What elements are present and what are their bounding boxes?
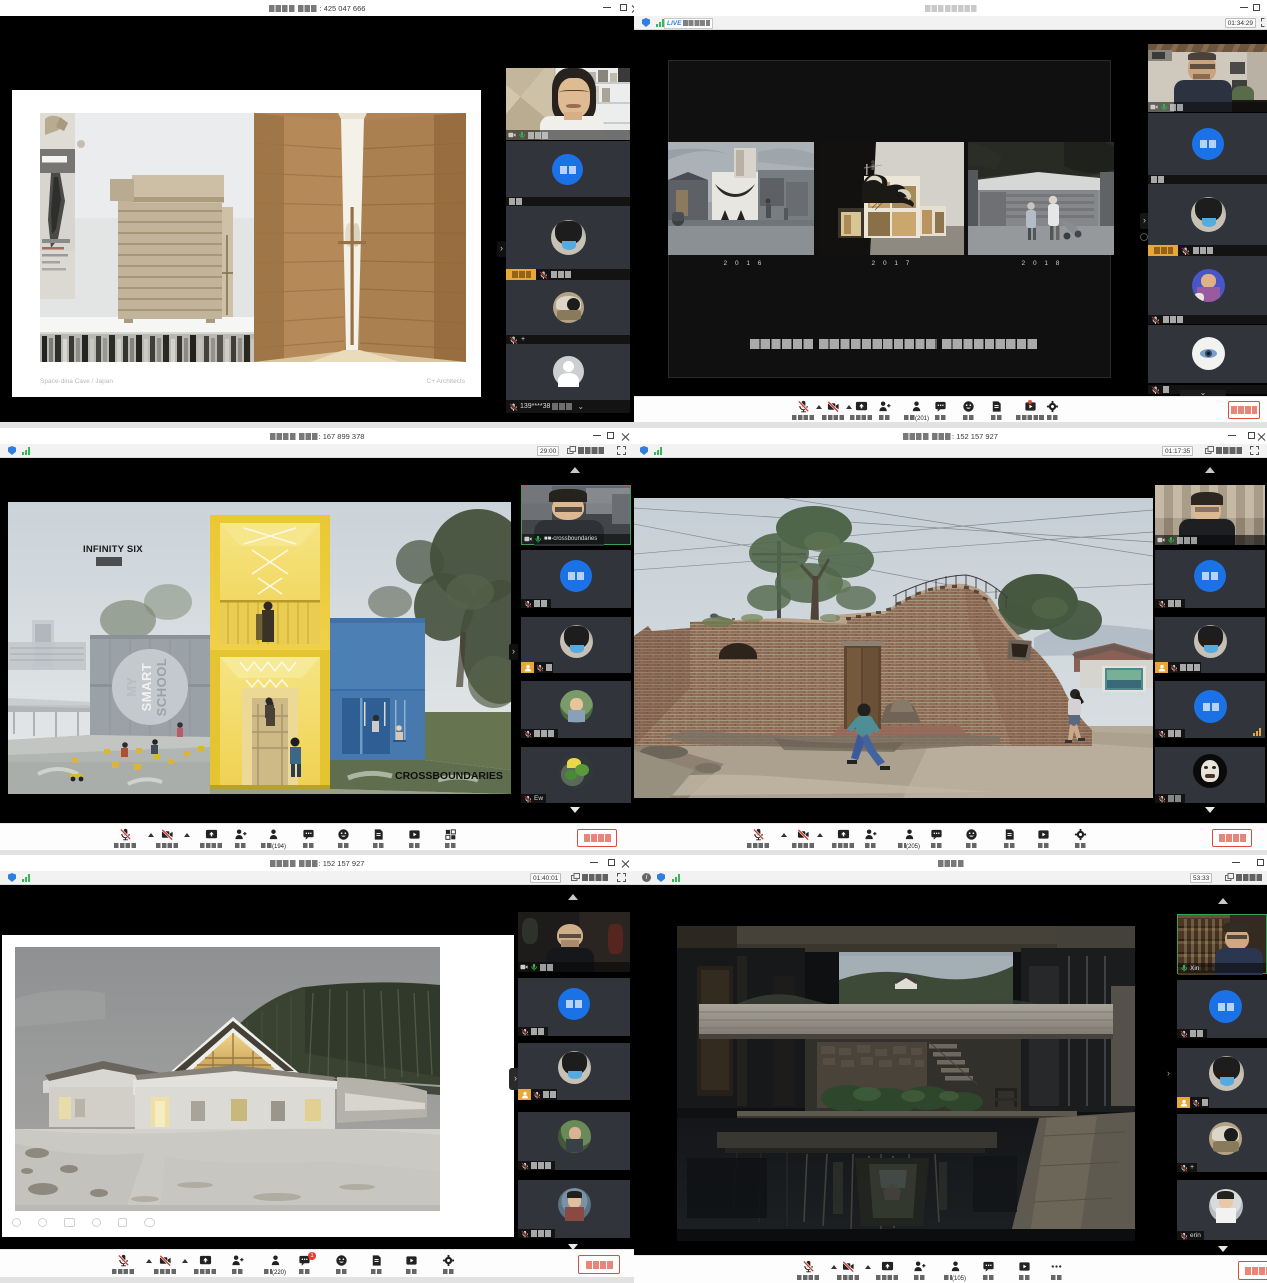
svg-text:MY: MY [124,677,139,697]
svg-text:SMART: SMART [139,663,154,712]
svg-text:INFINITY SIX: INFINITY SIX [83,544,143,555]
svg-text:CROSSBOUNDARIES: CROSSBOUNDARIES [395,770,503,782]
svg-text:SCHOOL: SCHOOL [154,658,169,717]
